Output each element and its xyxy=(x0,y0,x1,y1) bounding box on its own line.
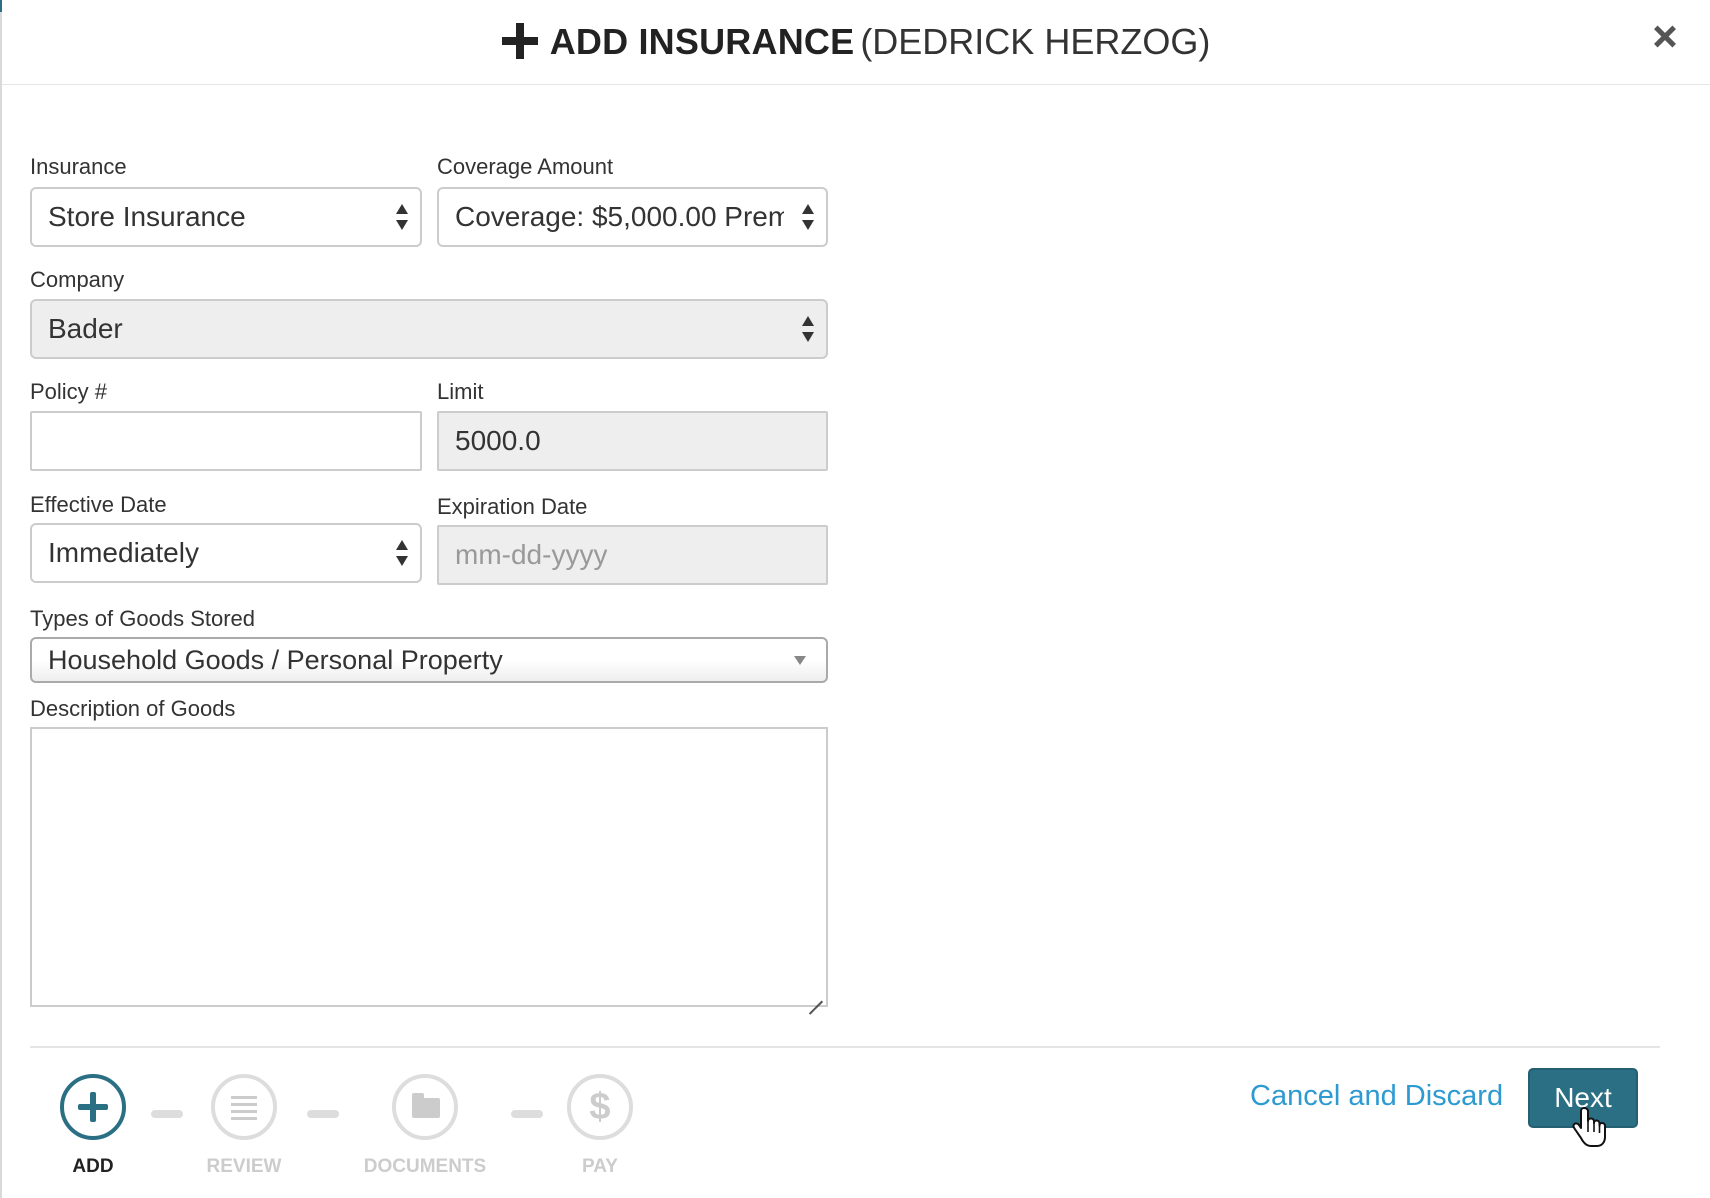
step-pay: $ PAY xyxy=(567,1074,633,1177)
goods-description-textarea[interactable] xyxy=(30,727,828,1007)
dollar-icon: $ xyxy=(589,1086,611,1128)
policy-number-label: Policy # xyxy=(30,379,108,404)
resize-handle-icon[interactable] xyxy=(809,988,823,1002)
expiration-date-placeholder: mm-dd-yyyy xyxy=(455,539,608,570)
effective-date-select[interactable]: Immediately xyxy=(30,523,422,583)
step-pay-label: PAY xyxy=(582,1156,618,1177)
step-connector xyxy=(151,1110,183,1118)
limit-label: Limit xyxy=(437,379,484,404)
step-documents-circle xyxy=(392,1074,458,1140)
insurance-label: Insurance xyxy=(30,154,127,179)
cancel-and-discard-link[interactable]: Cancel and Discard xyxy=(1250,1080,1503,1113)
goods-description-label: Description of Goods xyxy=(30,696,236,721)
select-arrows-icon xyxy=(396,204,408,230)
folder-icon xyxy=(412,1093,440,1118)
modal-title: ADD INSURANCE (DEDRICK HERZOG) xyxy=(2,20,1710,64)
insurance-select[interactable]: Store Insurance xyxy=(30,187,422,247)
step-review: REVIEW xyxy=(207,1074,281,1177)
effective-date-label: Effective Date xyxy=(30,492,167,517)
policy-number-input[interactable] xyxy=(30,411,422,471)
select-arrows-icon xyxy=(802,204,814,230)
plus-icon xyxy=(501,23,538,59)
company-select[interactable]: Bader xyxy=(30,299,828,359)
plus-icon xyxy=(78,1092,108,1122)
left-edge xyxy=(0,0,2,1198)
coverage-amount-label: Coverage Amount xyxy=(437,154,614,179)
step-review-circle xyxy=(211,1074,277,1140)
step-review-label: REVIEW xyxy=(206,1156,282,1177)
modal-header: ADD INSURANCE (DEDRICK HERZOG) xyxy=(2,0,1710,85)
coverage-amount-select[interactable]: Coverage: $5,000.00 Premium xyxy=(437,187,828,247)
goods-type-value: Household Goods / Personal Property xyxy=(48,644,503,675)
expiration-date-input[interactable]: mm-dd-yyyy xyxy=(437,525,828,585)
coverage-amount-value: Coverage: $5,000.00 Premium xyxy=(455,201,784,232)
modal-title-main: ADD INSURANCE xyxy=(549,21,855,62)
footer-divider xyxy=(30,1046,1660,1048)
select-arrows-icon xyxy=(802,316,814,342)
step-pay-circle: $ xyxy=(567,1074,633,1140)
goods-type-label: Types of Goods Stored xyxy=(30,606,256,631)
step-connector xyxy=(307,1110,339,1118)
company-label: Company xyxy=(30,267,125,292)
limit-input[interactable]: 5000.0 xyxy=(437,411,828,471)
select-arrows-icon xyxy=(396,540,408,566)
dropdown-arrow-icon xyxy=(794,656,806,665)
hand-pointer-cursor-icon xyxy=(1572,1107,1606,1147)
insurance-value: Store Insurance xyxy=(48,201,246,232)
expiration-date-label: Expiration Date xyxy=(437,494,588,519)
modal-title-customer: (DEDRICK HERZOG) xyxy=(860,21,1211,62)
close-icon[interactable] xyxy=(1644,16,1684,56)
company-value: Bader xyxy=(48,313,123,344)
limit-value: 5000.0 xyxy=(455,425,541,456)
effective-date-value: Immediately xyxy=(48,537,199,568)
document-list-icon xyxy=(231,1094,257,1120)
step-add: ADD xyxy=(60,1074,126,1177)
step-connector xyxy=(511,1110,543,1118)
step-documents-label: DOCUMENTS xyxy=(363,1156,487,1177)
step-documents: DOCUMENTS xyxy=(364,1074,486,1177)
step-add-circle xyxy=(60,1074,126,1140)
goods-type-select[interactable]: Household Goods / Personal Property xyxy=(30,637,828,683)
